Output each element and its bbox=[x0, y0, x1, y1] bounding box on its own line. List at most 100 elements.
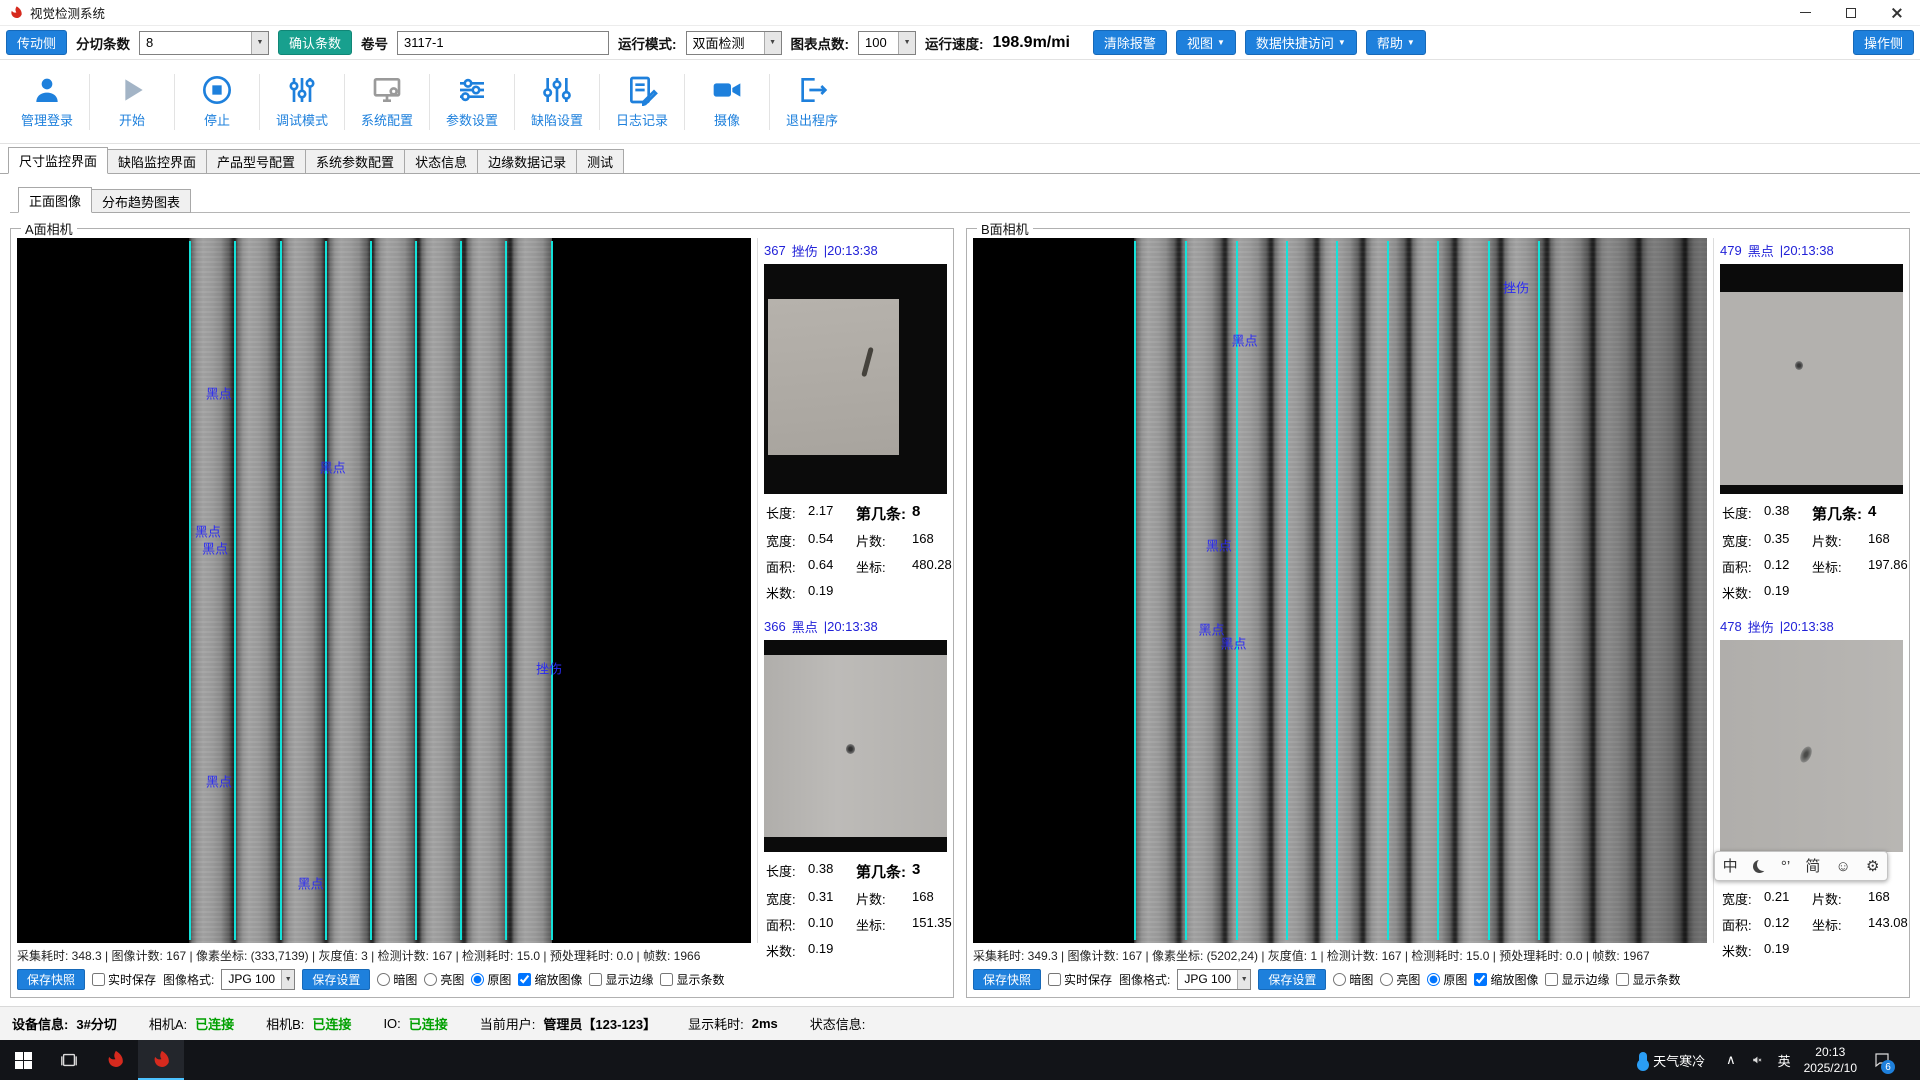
param-settings-button[interactable]: 参数设置 bbox=[433, 74, 511, 129]
realtime-save-input[interactable] bbox=[92, 973, 105, 986]
bright-image-radio[interactable]: 亮图 bbox=[1380, 971, 1420, 988]
strip-divider-line bbox=[460, 241, 462, 940]
bright-image-radio[interactable]: 亮图 bbox=[424, 971, 464, 988]
chart-points-select[interactable]: 100 ▼ bbox=[858, 31, 916, 55]
debug-mode-button[interactable]: 调试模式 bbox=[263, 74, 341, 129]
bright-image-input[interactable] bbox=[1380, 973, 1393, 986]
length-label: 长度: bbox=[1722, 503, 1764, 524]
tab-product-model-config[interactable]: 产品型号配置 bbox=[206, 149, 306, 174]
defect-type: 挫伤 bbox=[1748, 617, 1774, 636]
run-mode-select[interactable]: 双面检测 ▼ bbox=[686, 31, 782, 55]
defect-card-header[interactable]: 366 黑点 |20:13:38 bbox=[764, 614, 947, 640]
show-strips-checkbox[interactable]: 显示条数 bbox=[660, 971, 724, 988]
save-settings-button[interactable]: 保存设置 bbox=[302, 969, 370, 990]
save-snapshot-button[interactable]: 保存快照 bbox=[17, 969, 85, 990]
show-strips-input[interactable] bbox=[660, 973, 673, 986]
defect-card-header[interactable]: 479 黑点 |20:13:38 bbox=[1720, 238, 1903, 264]
show-strips-checkbox[interactable]: 显示条数 bbox=[1616, 971, 1680, 988]
moon-icon[interactable] bbox=[1753, 860, 1766, 873]
tab-system-param-config[interactable]: 系统参数配置 bbox=[305, 149, 405, 174]
ime-simplified-toggle[interactable]: 简 bbox=[1805, 859, 1820, 874]
show-strips-label: 显示条数 bbox=[676, 971, 724, 988]
show-edges-input[interactable] bbox=[1545, 973, 1558, 986]
defect-settings-button[interactable]: 缺陷设置 bbox=[518, 74, 596, 129]
defect-card-header[interactable]: 367 挫伤 |20:13:38 bbox=[764, 238, 947, 264]
dark-image-input[interactable] bbox=[1333, 973, 1346, 986]
exit-program-button[interactable]: 退出程序 bbox=[773, 74, 851, 129]
zoom-image-checkbox[interactable]: 缩放图像 bbox=[1474, 971, 1538, 988]
roll-number-input[interactable] bbox=[397, 31, 609, 55]
tab-defect-monitor[interactable]: 缺陷监控界面 bbox=[107, 149, 207, 174]
subtab-distribution-chart[interactable]: 分布趋势图表 bbox=[91, 189, 191, 213]
show-edges-checkbox[interactable]: 显示边缘 bbox=[1545, 971, 1609, 988]
tab-edge-data-record[interactable]: 边缘数据记录 bbox=[477, 149, 577, 174]
taskbar-app-button-active[interactable] bbox=[138, 1040, 184, 1080]
close-button[interactable] bbox=[1874, 0, 1920, 25]
slit-count-select[interactable]: 8 ▼ bbox=[139, 31, 269, 55]
zoom-image-input[interactable] bbox=[1474, 973, 1487, 986]
realtime-save-input[interactable] bbox=[1048, 973, 1061, 986]
original-image-input[interactable] bbox=[471, 973, 484, 986]
dark-image-radio[interactable]: 暗图 bbox=[1333, 971, 1373, 988]
realtime-save-checkbox[interactable]: 实时保存 bbox=[92, 971, 156, 988]
weather-tray-item[interactable]: 天气寒冷 bbox=[1631, 1040, 1713, 1080]
start-button[interactable]: 开始 bbox=[93, 74, 171, 129]
data-quick-access-button[interactable]: 数据快捷访问 ▼ bbox=[1245, 30, 1357, 55]
stop-button[interactable]: 停止 bbox=[178, 74, 256, 129]
system-config-button[interactable]: 系统配置 bbox=[348, 74, 426, 129]
tab-test[interactable]: 测试 bbox=[576, 149, 624, 174]
dark-image-radio[interactable]: 暗图 bbox=[377, 971, 417, 988]
current-user-label: 当前用户: bbox=[480, 1014, 536, 1033]
show-edges-checkbox[interactable]: 显示边缘 bbox=[589, 971, 653, 988]
dark-image-input[interactable] bbox=[377, 973, 390, 986]
clear-alarm-button[interactable]: 清除报警 bbox=[1093, 30, 1167, 55]
input-language-indicator[interactable]: 英 bbox=[1775, 1051, 1794, 1070]
image-format-select[interactable]: JPG 100 ▼ bbox=[1177, 969, 1251, 990]
image-format-select[interactable]: JPG 100 ▼ bbox=[221, 969, 295, 990]
defect-card-header[interactable]: 478 挫伤 |20:13:38 bbox=[1720, 614, 1903, 640]
dark-image-label: 暗图 bbox=[1349, 971, 1373, 988]
capture-button[interactable]: 摄像 bbox=[688, 74, 766, 129]
ime-language-toggle[interactable]: 中 bbox=[1723, 859, 1738, 874]
subtab-front-image[interactable]: 正面图像 bbox=[18, 187, 92, 213]
show-edges-input[interactable] bbox=[589, 973, 602, 986]
speaker-muted-icon[interactable] bbox=[1749, 1052, 1765, 1068]
operator-side-button[interactable]: 操作侧 bbox=[1853, 30, 1914, 55]
save-settings-button[interactable]: 保存设置 bbox=[1258, 969, 1326, 990]
zoom-image-input[interactable] bbox=[518, 973, 531, 986]
strip-number-label: 第几条: bbox=[856, 503, 912, 524]
camera-a-controls: 保存快照 实时保存 图像格式: JPG 100 ▼ 保存设置 暗图 亮图 bbox=[17, 965, 947, 993]
zoom-image-checkbox[interactable]: 缩放图像 bbox=[518, 971, 582, 988]
emoji-icon[interactable]: ☺ bbox=[1836, 859, 1851, 874]
view-menu-button[interactable]: 视图 ▼ bbox=[1176, 30, 1236, 55]
maximize-button[interactable] bbox=[1828, 0, 1874, 25]
tab-status-info[interactable]: 状态信息 bbox=[404, 149, 478, 174]
start-menu-button[interactable] bbox=[0, 1040, 46, 1080]
chevron-down-icon: ▼ bbox=[1237, 970, 1250, 989]
task-view-button[interactable] bbox=[46, 1040, 92, 1080]
tray-expand-button[interactable]: ∧ bbox=[1723, 1052, 1739, 1068]
original-image-input[interactable] bbox=[1427, 973, 1440, 986]
help-menu-button[interactable]: 帮助 ▼ bbox=[1366, 30, 1426, 55]
confirm-count-button[interactable]: 确认条数 bbox=[278, 30, 352, 55]
toolbar-separator bbox=[259, 74, 260, 130]
action-center-button[interactable]: 6 bbox=[1867, 1040, 1897, 1080]
log-record-button[interactable]: 日志记录 bbox=[603, 74, 681, 129]
zoom-image-label: 缩放图像 bbox=[1490, 971, 1538, 988]
original-image-radio[interactable]: 原图 bbox=[471, 971, 511, 988]
clock[interactable]: 20:13 2025/2/10 bbox=[1804, 1044, 1857, 1076]
save-snapshot-button[interactable]: 保存快照 bbox=[973, 969, 1041, 990]
show-strips-input[interactable] bbox=[1616, 973, 1629, 986]
chevron-down-icon: ▼ bbox=[251, 32, 268, 54]
bright-image-input[interactable] bbox=[424, 973, 437, 986]
settings-gear-icon[interactable]: ⚙ bbox=[1866, 859, 1879, 874]
realtime-save-checkbox[interactable]: 实时保存 bbox=[1048, 971, 1112, 988]
original-image-radio[interactable]: 原图 bbox=[1427, 971, 1467, 988]
drive-side-button[interactable]: 传动侧 bbox=[6, 30, 67, 55]
area-value: 0.12 bbox=[1764, 557, 1812, 576]
taskbar-app-button[interactable] bbox=[92, 1040, 138, 1080]
ime-punctuation-toggle[interactable]: °’ bbox=[1781, 859, 1790, 874]
admin-login-button[interactable]: 管理登录 bbox=[8, 74, 86, 129]
tab-size-monitor[interactable]: 尺寸监控界面 bbox=[8, 147, 108, 174]
minimize-button[interactable] bbox=[1782, 0, 1828, 25]
